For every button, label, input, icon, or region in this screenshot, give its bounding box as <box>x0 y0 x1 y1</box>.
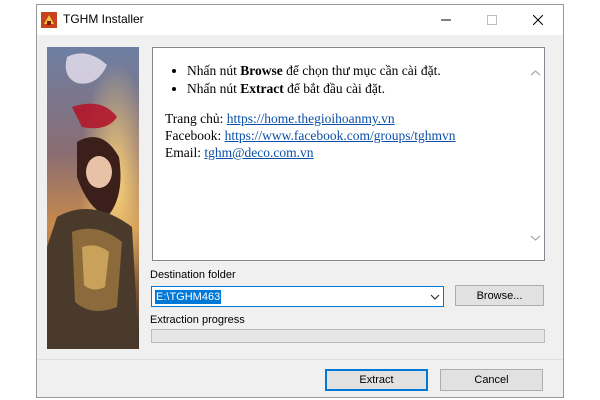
instruction-suffix: để bắt đầu cài đặt. <box>283 81 385 96</box>
chevron-down-icon[interactable] <box>430 292 440 302</box>
destination-value[interactable]: E:\TGHM463 <box>155 290 222 304</box>
title-bar[interactable]: TGHM Installer <box>37 5 563 35</box>
minimize-button[interactable] <box>423 5 469 35</box>
instruction-suffix: để chọn thư mục cần cài đặt. <box>282 63 441 78</box>
facebook-label: Facebook: <box>165 128 225 143</box>
info-scrollbar[interactable] <box>527 48 544 260</box>
instruction-bold: Extract <box>240 81 284 96</box>
installer-window: TGHM Installer • Nhấn nút Browse để chọn… <box>36 4 564 398</box>
facebook-link[interactable]: https://www.facebook.com/groups/tghmvn <box>225 128 456 143</box>
cancel-button[interactable]: Cancel <box>440 369 543 391</box>
instruction-item: Nhấn nút Extract để bắt đầu cài đặt. <box>187 80 525 98</box>
instructions-list: Nhấn nút Browse để chọn thư mục cần cài … <box>165 62 525 98</box>
app-icon <box>41 12 57 28</box>
extraction-progress-bar <box>151 329 545 343</box>
close-button[interactable] <box>515 5 561 35</box>
window-title: TGHM Installer <box>63 12 144 26</box>
browse-button[interactable]: Browse... <box>455 285 544 306</box>
maximize-icon <box>487 15 497 25</box>
instruction-prefix: Nhấn nút <box>187 81 241 96</box>
homepage-link[interactable]: https://home.thegioihoanmy.vn <box>227 111 395 126</box>
homepage-label: Trang chủ: <box>165 111 227 126</box>
close-icon <box>533 15 543 25</box>
destination-combobox[interactable]: E:\TGHM463 <box>151 286 444 307</box>
progress-label: Extraction progress <box>150 314 245 326</box>
homepage-line: Trang chủ: https://home.thegioihoanmy.vn <box>165 110 525 127</box>
instruction-prefix: Nhấn nút <box>187 63 241 78</box>
info-panel: Nhấn nút Browse để chọn thư mục cần cài … <box>152 47 545 261</box>
game-banner-image <box>47 47 139 349</box>
scroll-down-icon[interactable] <box>530 232 541 243</box>
email-label: Email: <box>165 145 205 160</box>
facebook-line: Facebook: https://www.facebook.com/group… <box>165 127 525 144</box>
maximize-button <box>469 5 515 35</box>
email-link[interactable]: tghm@deco.com.vn <box>204 145 313 160</box>
instruction-item: Nhấn nút Browse để chọn thư mục cần cài … <box>187 62 525 80</box>
email-line: Email: tghm@deco.com.vn <box>165 144 525 161</box>
footer-divider <box>37 359 563 360</box>
extract-button[interactable]: Extract <box>325 369 428 391</box>
instruction-bold: Browse <box>240 63 283 78</box>
scroll-up-icon[interactable] <box>530 68 541 79</box>
destination-label: Destination folder <box>150 269 236 281</box>
minimize-icon <box>441 19 451 21</box>
